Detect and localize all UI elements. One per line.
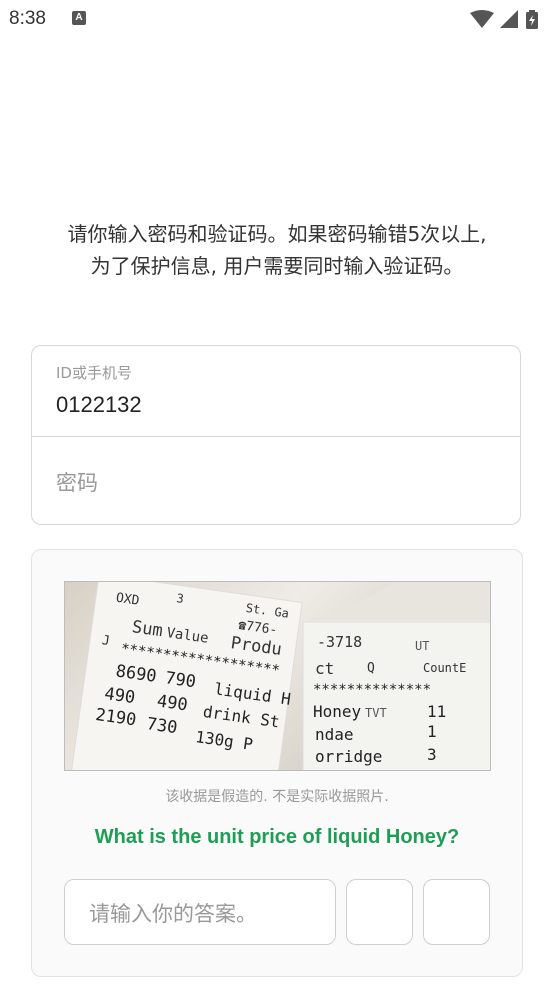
svg-text:-3718: -3718 xyxy=(317,633,362,651)
captcha-box-2[interactable] xyxy=(423,879,490,945)
svg-text:730: 730 xyxy=(145,714,178,738)
status-time: 8:38 xyxy=(9,8,46,29)
instructions-line-2: 为了保护信息, 用户需要同时输入验证码。 xyxy=(90,254,464,278)
captcha-answer-input[interactable]: 请输入你的答案。 xyxy=(64,879,336,945)
id-field-value[interactable]: 0122132 xyxy=(56,392,142,418)
receipt-disclaimer: 该收据是假造的. 不是实际收据照片. xyxy=(165,789,389,805)
receipt-right: -3718 UT ct Q CountE ************** Hone… xyxy=(302,582,490,770)
svg-text:Sum: Sum xyxy=(131,617,164,641)
svg-text:TVT: TVT xyxy=(365,706,387,720)
wifi-icon xyxy=(470,10,494,28)
password-field[interactable]: 密码 xyxy=(32,437,520,525)
svg-text:UT: UT xyxy=(415,639,429,653)
answer-placeholder: 请输入你的答案。 xyxy=(89,902,257,926)
svg-text:490: 490 xyxy=(103,684,136,708)
captcha-question: What is the unit price of liquid Honey? xyxy=(94,826,460,848)
svg-text:11: 11 xyxy=(427,702,446,721)
captcha-receipt-image: OXD 3 St. Ga ☎776- Sum Value Produ J ***… xyxy=(64,581,491,771)
id-field-label: ID或手机号 xyxy=(56,364,132,382)
password-placeholder: 密码 xyxy=(56,471,98,495)
svg-text:**************: ************** xyxy=(313,682,431,698)
receipt-left: OXD 3 St. Ga ☎776- Sum Value Produ J ***… xyxy=(69,582,303,770)
instructions-text: 请你输入密码和验证码。如果密码输错5次以上, 为了保护信息, 用户需要同时输入验… xyxy=(30,218,524,282)
login-form: ID或手机号 0122132 密码 xyxy=(31,345,521,525)
id-field[interactable]: ID或手机号 0122132 xyxy=(32,346,520,437)
svg-text:1: 1 xyxy=(427,722,437,741)
svg-text:790: 790 xyxy=(164,668,197,692)
svg-text:CountE: CountE xyxy=(423,661,466,675)
captcha-box-1[interactable] xyxy=(346,879,413,945)
status-icons xyxy=(470,10,538,29)
captcha-card: OXD 3 St. Ga ☎776- Sum Value Produ J ***… xyxy=(31,549,523,977)
svg-text:490: 490 xyxy=(156,691,189,715)
svg-text:orridge: orridge xyxy=(315,747,382,766)
svg-text:Honey: Honey xyxy=(313,702,362,721)
instructions-line-1: 请你输入密码和验证码。如果密码输错5次以上, xyxy=(67,222,487,246)
svg-text:ct: ct xyxy=(315,659,334,678)
status-bar: 8:38 A xyxy=(0,0,554,40)
signal-icon xyxy=(500,10,518,28)
svg-text:3: 3 xyxy=(427,745,437,764)
notification-icon: A xyxy=(72,11,86,25)
svg-text:Q: Q xyxy=(367,661,375,676)
battery-charging-icon xyxy=(526,10,538,29)
svg-text:ndae: ndae xyxy=(315,725,354,744)
receipt-photo: OXD 3 St. Ga ☎776- Sum Value Produ J ***… xyxy=(69,582,490,770)
